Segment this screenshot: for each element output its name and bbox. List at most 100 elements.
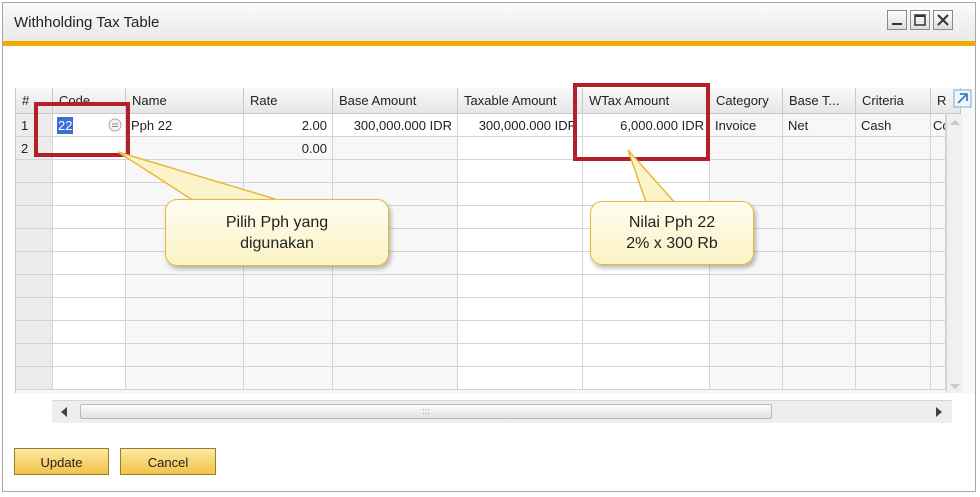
empty-table-row[interactable] [16, 160, 961, 183]
empty-cell[interactable] [856, 229, 931, 252]
empty-cell[interactable] [783, 252, 856, 275]
empty-cell[interactable] [333, 367, 458, 390]
scroll-right-icon[interactable] [934, 406, 944, 418]
scroll-up-icon[interactable] [949, 117, 961, 127]
expand-arrow-icon[interactable] [952, 88, 974, 110]
criteria-cell[interactable] [856, 137, 931, 160]
empty-cell[interactable] [931, 183, 946, 206]
empty-cell[interactable] [53, 344, 126, 367]
empty-cell[interactable] [583, 275, 710, 298]
empty-cell[interactable] [783, 298, 856, 321]
rate-cell[interactable]: 2.00 [244, 114, 333, 137]
empty-cell[interactable] [16, 183, 53, 206]
minimize-button[interactable] [887, 10, 907, 30]
empty-cell[interactable] [126, 344, 244, 367]
empty-cell[interactable] [931, 160, 946, 183]
empty-cell[interactable] [710, 344, 783, 367]
empty-cell[interactable] [583, 344, 710, 367]
taxable-amount-cell[interactable]: 300,000.000 IDR [458, 114, 583, 137]
r-cell[interactable]: Co [931, 114, 946, 137]
empty-cell[interactable] [931, 275, 946, 298]
empty-cell[interactable] [458, 206, 583, 229]
cancel-button[interactable]: Cancel [120, 448, 216, 475]
empty-table-row[interactable] [16, 229, 961, 252]
r-cell[interactable] [931, 137, 946, 160]
empty-cell[interactable] [458, 367, 583, 390]
empty-cell[interactable] [931, 206, 946, 229]
base-amount-cell[interactable]: 300,000.000 IDR [333, 114, 458, 137]
empty-cell[interactable] [53, 321, 126, 344]
empty-cell[interactable] [53, 275, 126, 298]
base-type-cell[interactable] [783, 137, 856, 160]
empty-cell[interactable] [710, 160, 783, 183]
empty-cell[interactable] [710, 321, 783, 344]
empty-table-row[interactable] [16, 252, 961, 275]
empty-cell[interactable] [783, 275, 856, 298]
empty-cell[interactable] [458, 275, 583, 298]
name-cell[interactable]: Pph 22 [126, 114, 244, 137]
empty-table-row[interactable] [16, 183, 961, 206]
empty-cell[interactable] [126, 275, 244, 298]
empty-cell[interactable] [333, 160, 458, 183]
empty-cell[interactable] [458, 183, 583, 206]
empty-cell[interactable] [783, 160, 856, 183]
close-button[interactable] [933, 10, 953, 30]
column-header-category[interactable]: Category [710, 88, 783, 114]
empty-cell[interactable] [931, 344, 946, 367]
empty-cell[interactable] [333, 298, 458, 321]
empty-cell[interactable] [783, 229, 856, 252]
name-cell[interactable] [126, 137, 244, 160]
empty-cell[interactable] [783, 183, 856, 206]
empty-cell[interactable] [458, 252, 583, 275]
empty-cell[interactable] [856, 183, 931, 206]
empty-table-row[interactable] [16, 275, 961, 298]
empty-cell[interactable] [126, 160, 244, 183]
empty-cell[interactable] [53, 183, 126, 206]
empty-cell[interactable] [710, 367, 783, 390]
empty-cell[interactable] [16, 275, 53, 298]
rate-cell[interactable]: 0.00 [244, 137, 333, 160]
empty-cell[interactable] [583, 298, 710, 321]
base-type-cell[interactable]: Net [783, 114, 856, 137]
empty-cell[interactable] [126, 298, 244, 321]
scroll-left-icon[interactable] [59, 406, 69, 418]
empty-cell[interactable] [783, 206, 856, 229]
empty-cell[interactable] [931, 367, 946, 390]
empty-cell[interactable] [856, 160, 931, 183]
empty-cell[interactable] [458, 160, 583, 183]
empty-cell[interactable] [856, 367, 931, 390]
empty-cell[interactable] [53, 298, 126, 321]
empty-cell[interactable] [931, 298, 946, 321]
empty-table-row[interactable] [16, 367, 961, 390]
empty-cell[interactable] [931, 229, 946, 252]
empty-cell[interactable] [931, 321, 946, 344]
column-header-base-type[interactable]: Base T... [783, 88, 856, 114]
empty-cell[interactable] [53, 367, 126, 390]
empty-cell[interactable] [53, 229, 126, 252]
empty-cell[interactable] [783, 367, 856, 390]
empty-cell[interactable] [856, 275, 931, 298]
empty-cell[interactable] [244, 321, 333, 344]
category-cell[interactable]: Invoice [710, 114, 783, 137]
empty-cell[interactable] [856, 206, 931, 229]
empty-cell[interactable] [458, 344, 583, 367]
empty-cell[interactable] [16, 298, 53, 321]
empty-cell[interactable] [16, 252, 53, 275]
empty-cell[interactable] [16, 344, 53, 367]
empty-cell[interactable] [458, 229, 583, 252]
empty-cell[interactable] [53, 252, 126, 275]
empty-cell[interactable] [244, 275, 333, 298]
vertical-scrollbar[interactable] [946, 114, 963, 393]
empty-cell[interactable] [333, 344, 458, 367]
column-header-rate[interactable]: Rate [244, 88, 333, 114]
empty-cell[interactable] [244, 160, 333, 183]
empty-table-row[interactable] [16, 298, 961, 321]
empty-cell[interactable] [244, 344, 333, 367]
empty-cell[interactable] [583, 160, 710, 183]
empty-cell[interactable] [53, 206, 126, 229]
column-header-name[interactable]: Name [126, 88, 244, 114]
empty-cell[interactable] [53, 160, 126, 183]
taxable-amount-cell[interactable] [458, 137, 583, 160]
empty-cell[interactable] [856, 298, 931, 321]
empty-table-row[interactable] [16, 344, 961, 367]
